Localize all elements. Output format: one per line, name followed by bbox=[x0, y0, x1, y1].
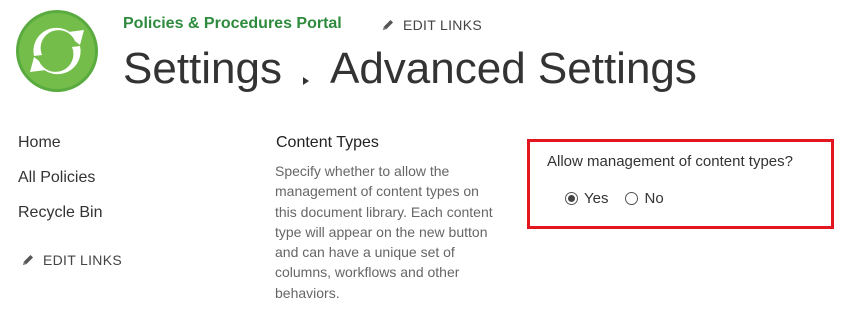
nav-item-home[interactable]: Home bbox=[18, 132, 102, 167]
radio-yes[interactable]: Yes bbox=[565, 190, 608, 207]
site-logo-icon[interactable] bbox=[16, 10, 98, 92]
edit-links-label: EDIT LINKS bbox=[403, 17, 482, 33]
radio-group: Yes No bbox=[565, 190, 681, 207]
page-title: Settings Advanced Settings bbox=[123, 44, 697, 94]
nav-item-recycle-bin[interactable]: Recycle Bin bbox=[18, 202, 102, 237]
radio-no-label: No bbox=[644, 190, 664, 207]
question-label: Allow management of content types? bbox=[547, 153, 793, 170]
radio-no[interactable]: No bbox=[625, 190, 664, 207]
edit-links-top[interactable]: EDIT LINKS bbox=[381, 17, 482, 33]
radio-selected-icon[interactable] bbox=[565, 192, 578, 205]
left-navigation: Home All Policies Recycle Bin EDIT LINKS bbox=[18, 132, 122, 268]
site-title-link[interactable]: Policies & Procedures Portal bbox=[123, 15, 342, 33]
section-heading: Content Types bbox=[276, 134, 379, 151]
section-description: Specify whether to allow the management … bbox=[275, 163, 493, 301]
breadcrumb-advanced-settings: Advanced Settings bbox=[329, 44, 697, 93]
breadcrumb-settings[interactable]: Settings bbox=[123, 44, 282, 94]
pencil-icon bbox=[381, 18, 395, 32]
pencil-icon bbox=[21, 253, 35, 267]
radio-yes-label: Yes bbox=[584, 190, 609, 207]
triangle-right-icon bbox=[302, 47, 310, 97]
content-types-option-box: Allow management of content types? Yes N… bbox=[527, 139, 834, 229]
edit-links-label: EDIT LINKS bbox=[43, 252, 122, 268]
edit-links-left[interactable]: EDIT LINKS bbox=[21, 252, 151, 268]
radio-unselected-icon[interactable] bbox=[625, 192, 639, 205]
nav-item-all-policies[interactable]: All Policies bbox=[18, 167, 102, 202]
